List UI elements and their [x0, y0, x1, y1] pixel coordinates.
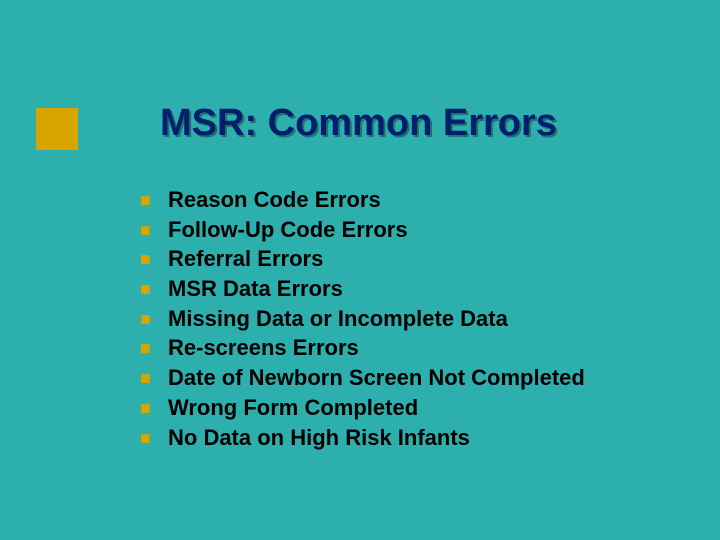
bullet-list: ■ Reason Code Errors ■ Follow-Up Code Er… — [140, 185, 680, 452]
slide-title: MSR: Common Errors — [160, 102, 700, 145]
bullet-icon: ■ — [140, 218, 168, 242]
list-item: ■ Missing Data or Incomplete Data — [140, 304, 680, 334]
bullet-icon: ■ — [140, 307, 168, 331]
list-item: ■ Wrong Form Completed — [140, 393, 680, 423]
bullet-icon: ■ — [140, 336, 168, 360]
list-item-label: Referral Errors — [168, 244, 323, 274]
list-item-label: Follow-Up Code Errors — [168, 215, 408, 245]
list-item-label: MSR Data Errors — [168, 274, 343, 304]
list-item-label: Missing Data or Incomplete Data — [168, 304, 508, 334]
bullet-icon: ■ — [140, 277, 168, 301]
bullet-icon: ■ — [140, 396, 168, 420]
list-item: ■ Follow-Up Code Errors — [140, 215, 680, 245]
list-item-label: No Data on High Risk Infants — [168, 423, 470, 453]
list-item-label: Date of Newborn Screen Not Completed — [168, 363, 585, 393]
list-item: ■ Re-screens Errors — [140, 333, 680, 363]
bullet-icon: ■ — [140, 188, 168, 212]
bullet-icon: ■ — [140, 247, 168, 271]
bullet-icon: ■ — [140, 366, 168, 390]
list-item-label: Re-screens Errors — [168, 333, 359, 363]
bullet-icon: ■ — [140, 426, 168, 450]
list-item: ■ MSR Data Errors — [140, 274, 680, 304]
list-item: ■ Reason Code Errors — [140, 185, 680, 215]
list-item-label: Wrong Form Completed — [168, 393, 418, 423]
list-item: ■ Date of Newborn Screen Not Completed — [140, 363, 680, 393]
list-item: ■ Referral Errors — [140, 244, 680, 274]
list-item: ■ No Data on High Risk Infants — [140, 423, 680, 453]
accent-square — [36, 108, 78, 150]
list-item-label: Reason Code Errors — [168, 185, 381, 215]
